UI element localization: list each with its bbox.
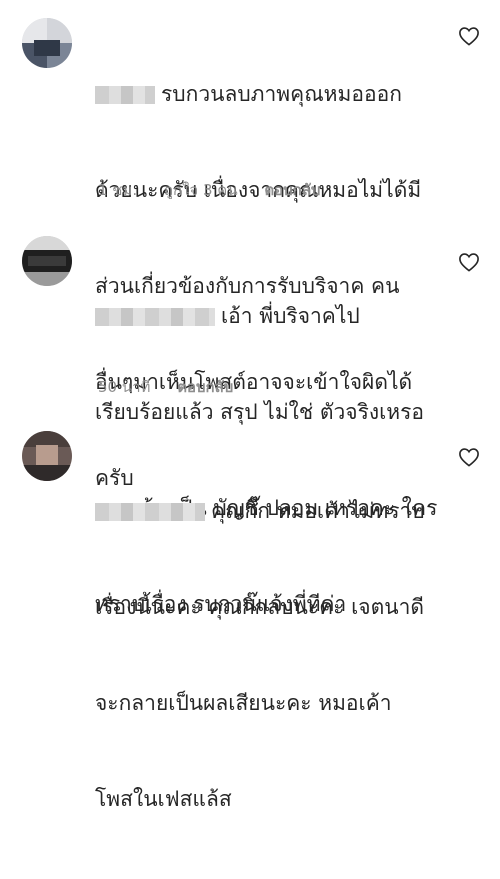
comment-meta: 50 นาที ตอบกลับ [98,375,255,399]
heart-outline-icon[interactable] [458,26,480,46]
username-blurred[interactable] [95,86,155,104]
heart-outline-icon[interactable] [458,447,480,467]
comment-3: คุณกิ๊ก หมอเค้าไม่ทราบ เรื่องนี้นะคะ คุณ… [0,405,500,811]
comment-2: เอ้า พี่บริจาคไป เรียบร้อยแล้ว สรุป ไม่ใ… [0,210,500,616]
comment-line: คุณกิ๊ก หมอเค้าไม่ทราบ [211,499,425,523]
comment-1: รบกวนลบภาพคุณหมอออก ด้วยนะครับ เนื่องจาก… [0,0,500,490]
comment-line: โพสในเฟสแล้ส [95,787,232,811]
comment-line: เรื่องนี้นะคะ คุณกิ๊กลบนะคะ เจตนาดี [95,595,425,619]
username-blurred[interactable] [95,308,215,326]
timestamp: 1 ชม. [98,181,138,199]
comment-line: รบกวนลบภาพคุณหมอออก [161,82,402,106]
like-count[interactable]: ถูกใจ 3 คน [164,181,238,199]
reply-button[interactable]: ตอบกลับ [264,181,320,199]
comment-meta: 1 ชม. ถูกใจ 3 คน ตอบกลับ [98,178,342,202]
comment-line: จะกลายเป็นผลเสียนะคะ หมอเค้า [95,691,392,715]
timestamp: 50 นาที [98,378,151,396]
avatar[interactable] [22,431,72,481]
comment-line: เอ้า พี่บริจาคไป [221,304,360,328]
avatar[interactable] [22,236,72,286]
comment-text: คุณกิ๊ก หมอเค้าไม่ทราบ เรื่องนี้นะคะ คุณ… [95,431,445,879]
reply-button[interactable]: ตอบกลับ [177,378,233,396]
username-blurred[interactable] [95,503,205,521]
avatar[interactable] [22,18,72,68]
heart-outline-icon[interactable] [458,252,480,272]
